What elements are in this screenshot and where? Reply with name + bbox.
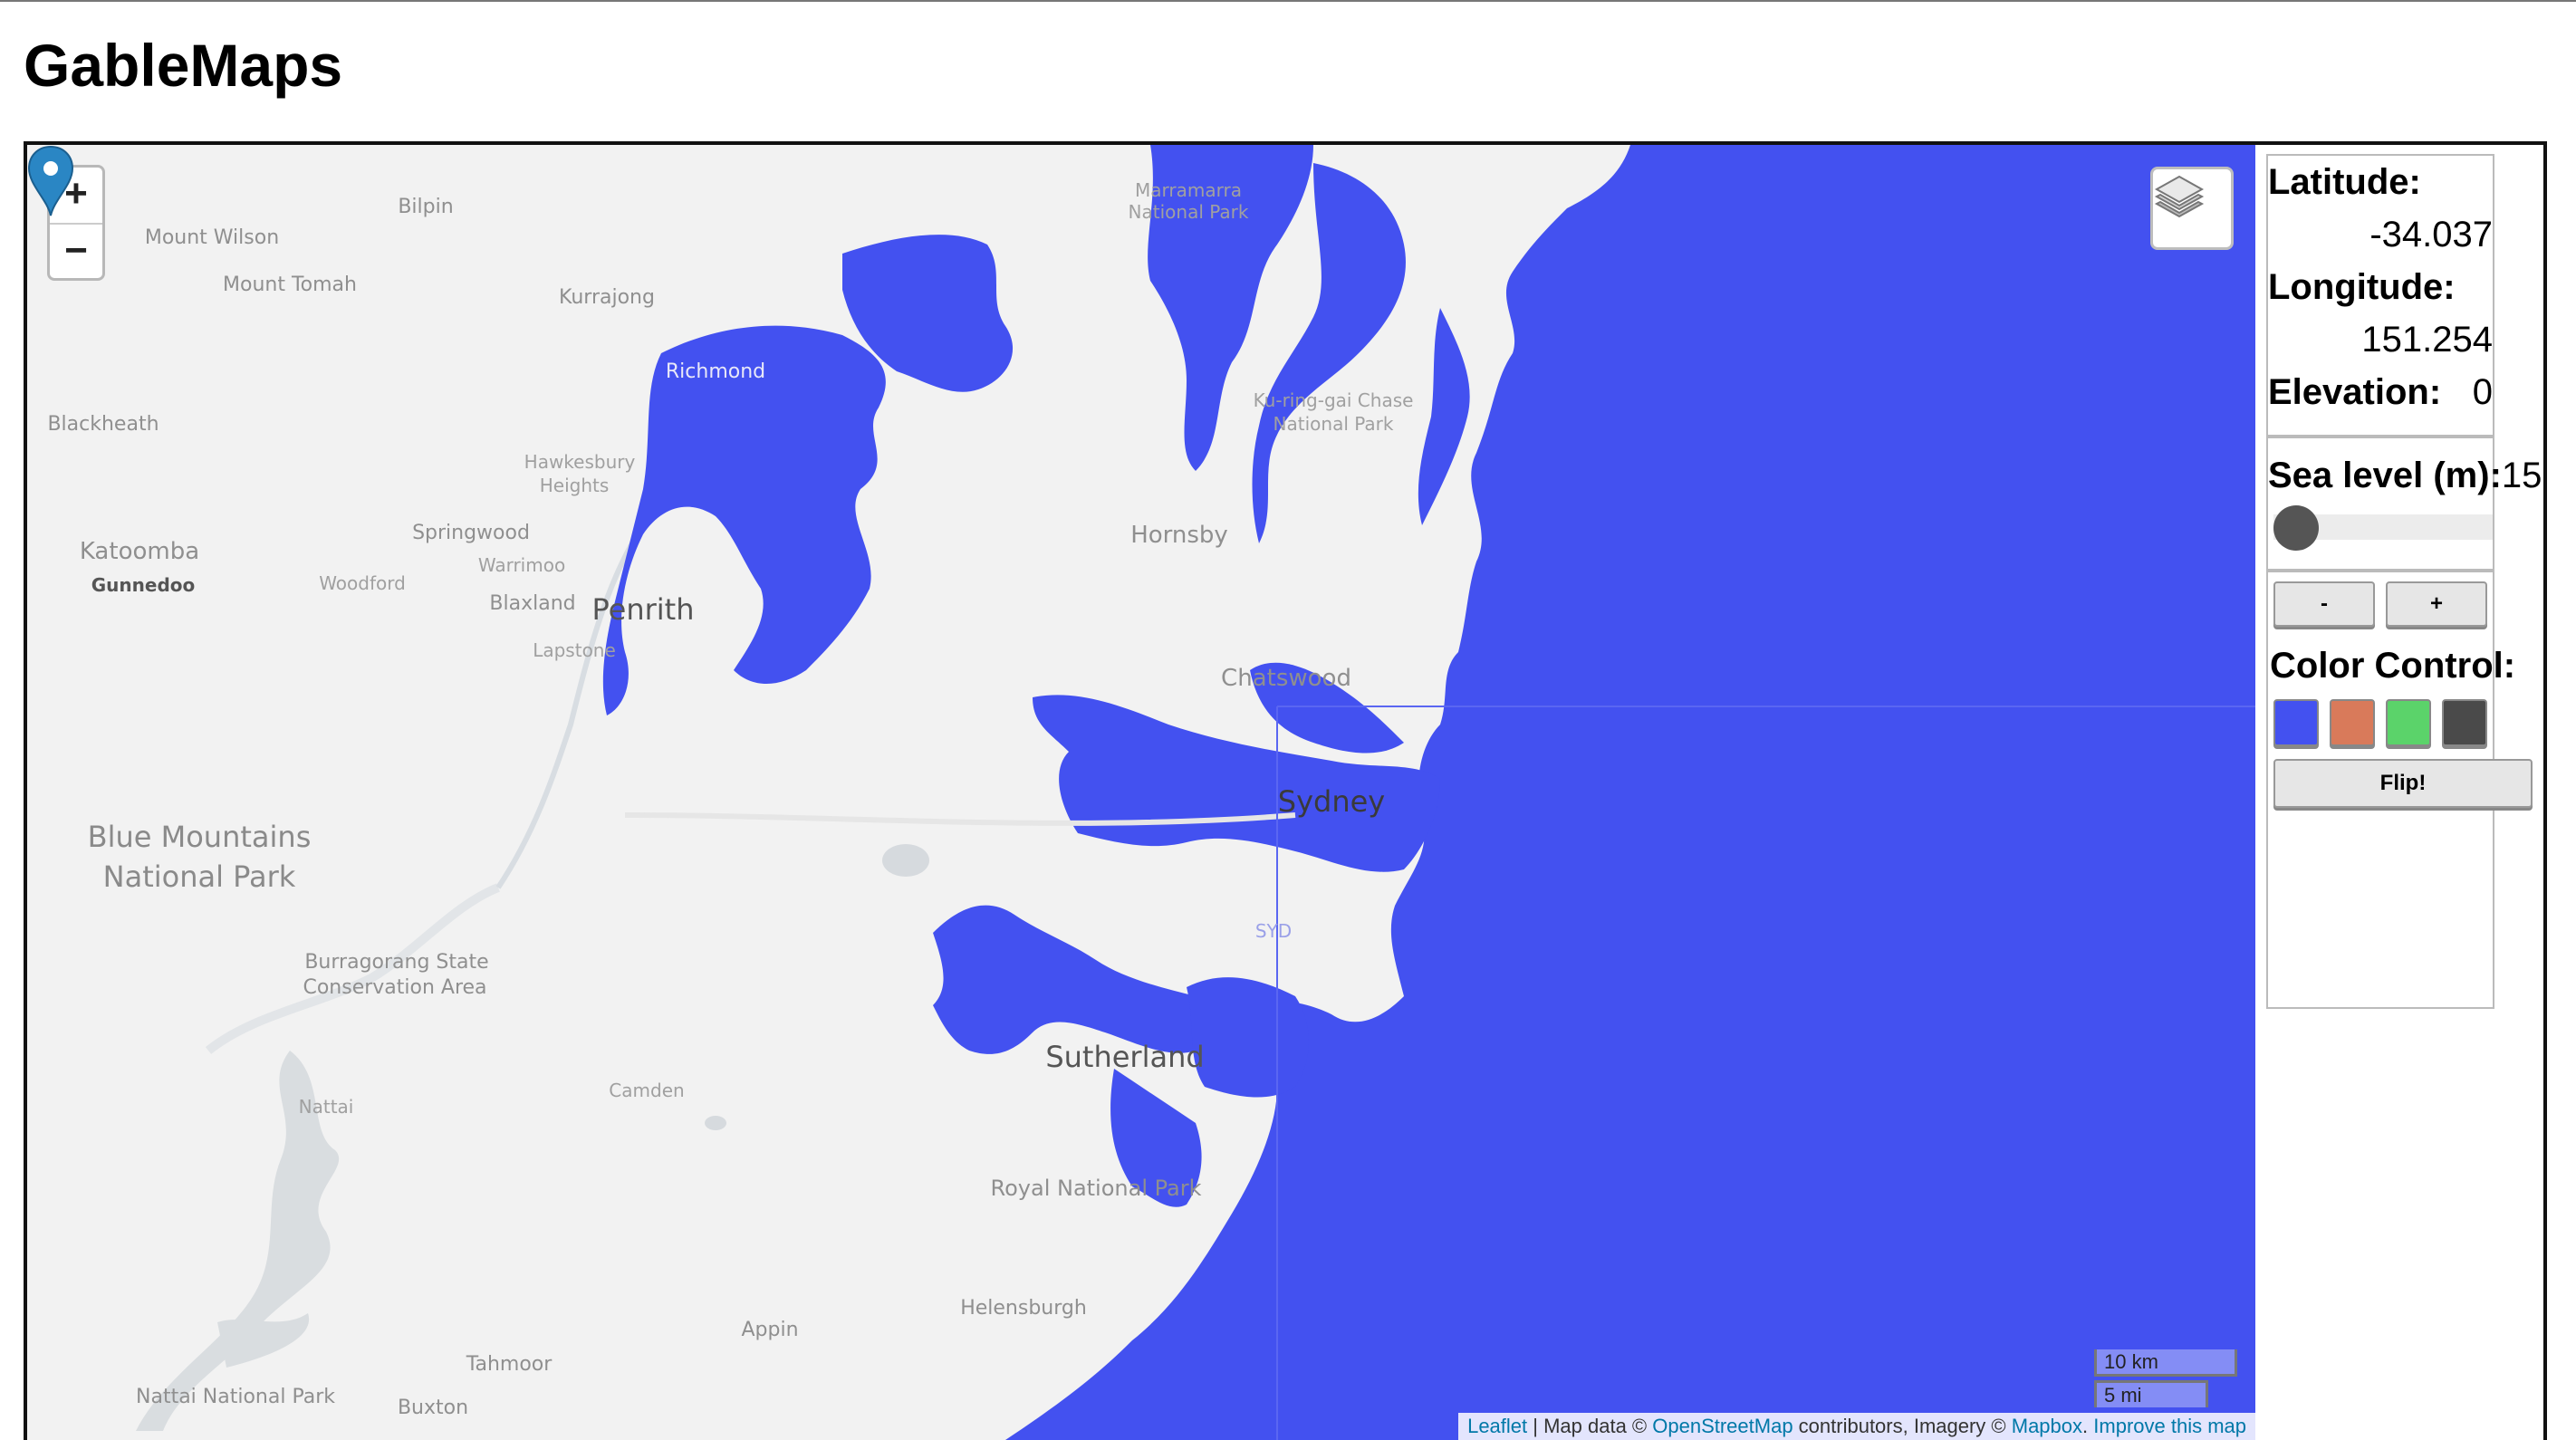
flood-shape: [1187, 977, 1309, 1098]
place-label: National Park: [102, 859, 296, 894]
place-label: Appin: [741, 1319, 799, 1341]
map-view[interactable]: Bilpin Mount Wilson Mount Tomah Kurrajon…: [27, 145, 2255, 1440]
place-label: Ku-ring-gai Chase: [1253, 389, 1414, 411]
latitude-label: Latitude:: [2268, 162, 2421, 202]
place-label: Burragorang State: [304, 951, 489, 974]
scale-mi: 5 mi: [2094, 1380, 2208, 1407]
lake-shape: [705, 1116, 726, 1130]
color-swatch-2[interactable]: [2330, 699, 2375, 746]
info-panel: Latitude: -34.037 Longitude: 151.254 Ele…: [2255, 145, 2543, 1440]
place-label: Warrimoo: [477, 554, 566, 576]
sea-level-value: 15: [2501, 456, 2542, 495]
place-label: Tahmoor: [466, 1353, 553, 1376]
place-label: Heights: [539, 475, 610, 496]
color-swatch-1[interactable]: [2273, 699, 2319, 746]
place-label: Katoomba: [79, 538, 200, 565]
attribution-text: contributors, Imagery ©: [1793, 1415, 2012, 1437]
layers-button[interactable]: [2150, 167, 2234, 250]
sea-level-label: Sea level (m):: [2268, 456, 2502, 495]
place-label: Nattai National Park: [136, 1386, 335, 1408]
place-label: Kurrajong: [559, 286, 655, 309]
place-label: Royal National Park: [990, 1176, 1202, 1201]
latitude-value: -34.037: [2369, 215, 2493, 254]
place-label: Camden: [609, 1080, 685, 1101]
longitude-value: 151.254: [2361, 320, 2493, 360]
color-swatch-3[interactable]: [2386, 699, 2431, 746]
color-swatches: [2268, 692, 2493, 759]
elevation-value: 0: [2472, 372, 2493, 412]
place-label: Hornsby: [1130, 522, 1228, 549]
step-buttons: - +: [2268, 572, 2493, 636]
controls-box: - + Color Control: Flip!: [2266, 571, 2533, 1009]
flood-shape: [1418, 308, 1470, 525]
layers-icon: [2154, 175, 2205, 218]
osm-link[interactable]: OpenStreetMap: [1652, 1415, 1793, 1437]
place-label: Lapstone: [533, 639, 616, 661]
place-label: Bilpin: [398, 196, 454, 218]
sea-level-slider[interactable]: [2268, 504, 2493, 551]
elevation-row: Elevation: 0: [2268, 366, 2493, 418]
place-label: Sutherland: [1045, 1040, 1205, 1074]
longitude-label: Longitude:: [2268, 267, 2456, 307]
lake-shape: [882, 844, 929, 877]
color-swatch-4[interactable]: [2442, 699, 2487, 746]
slider-thumb[interactable]: [2273, 505, 2319, 551]
scale-km: 10 km: [2094, 1349, 2237, 1377]
place-label: Mount Tomah: [223, 274, 357, 296]
place-label: Gunnedoo: [91, 574, 196, 596]
map-canvas: [136, 145, 2255, 1440]
color-control-label: Color Control:: [2270, 646, 2516, 686]
flip-button[interactable]: Flip!: [2273, 759, 2533, 808]
flood-shape: [602, 325, 886, 715]
map-marker-icon[interactable]: [27, 145, 74, 217]
place-label: Helensburgh: [960, 1297, 1087, 1320]
sea-level-box: Sea level (m): 15: [2266, 437, 2542, 571]
place-label: Nattai: [298, 1096, 354, 1118]
place-label: Woodford: [319, 572, 406, 594]
coordinates-box: Latitude: -34.037 Longitude: 151.254 Ele…: [2266, 154, 2494, 437]
mapbox-link[interactable]: Mapbox: [2012, 1415, 2082, 1437]
app-title: GableMaps: [24, 32, 343, 99]
elevation-label: Elevation:: [2268, 372, 2442, 412]
place-label: Buxton: [397, 1397, 469, 1419]
place-label: Springwood: [412, 522, 530, 544]
sea-level-row: Sea level (m): 15: [2268, 449, 2542, 502]
attribution-text: .: [2082, 1415, 2094, 1437]
place-label: Blue Mountains: [87, 820, 312, 854]
place-label: Hawkesbury: [524, 451, 636, 473]
leaflet-link[interactable]: Leaflet: [1467, 1415, 1527, 1437]
reservoir-shape: [217, 1313, 310, 1368]
attribution-text: | Map data ©: [1527, 1415, 1653, 1437]
place-label: Marramarra: [1135, 179, 1242, 201]
place-label: Richmond: [665, 360, 766, 383]
place-label: Sydney: [1277, 784, 1386, 819]
map-frame: Bilpin Mount Wilson Mount Tomah Kurrajon…: [24, 141, 2547, 1440]
sea-level-increase-button[interactable]: +: [2386, 581, 2487, 627]
place-label: National Park: [1273, 413, 1394, 435]
zoom-out-button[interactable]: −: [50, 225, 102, 280]
place-label: Chatswood: [1221, 665, 1351, 692]
place-label: Conservation Area: [303, 976, 487, 999]
place-label: Penrith: [591, 592, 695, 627]
improve-map-link[interactable]: Improve this map: [2093, 1415, 2246, 1437]
place-label: Blackheath: [47, 413, 159, 436]
place-label: Mount Wilson: [144, 226, 280, 249]
place-label: National Park: [1128, 201, 1249, 223]
place-label: SYD: [1254, 920, 1293, 942]
top-border: [0, 0, 2576, 2]
place-label: Blaxland: [489, 592, 576, 615]
map-attribution: Leaflet | Map data © OpenStreetMap contr…: [1458, 1413, 2255, 1440]
sea-level-decrease-button[interactable]: -: [2273, 581, 2375, 627]
